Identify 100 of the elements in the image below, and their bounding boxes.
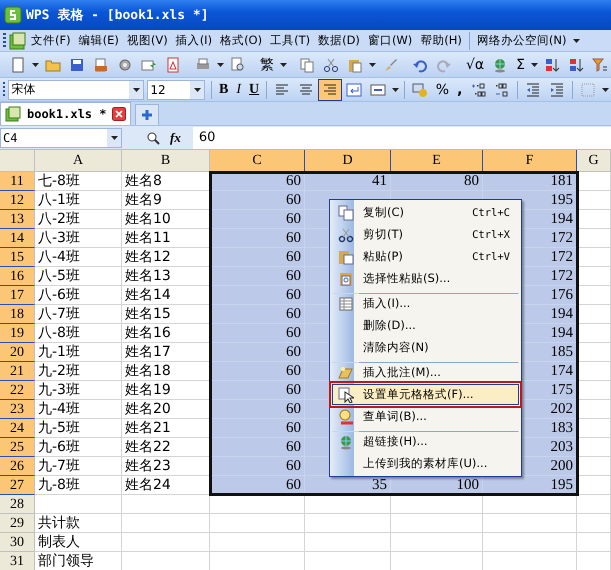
column-header[interactable]: F: [483, 150, 577, 172]
table-cell: 七-8班: [35, 172, 122, 191]
row-header[interactable]: 17: [0, 286, 35, 305]
caret-icon[interactable]: [194, 88, 201, 92]
context-menu-item[interactable]: 超链接(H)...: [332, 431, 519, 452]
font-style-button[interactable]: B: [215, 82, 232, 98]
table-cell: 部门领导: [35, 552, 122, 570]
table-cell: [577, 229, 611, 248]
menu-item[interactable]: 数据(D): [314, 33, 364, 48]
table-cell: 九-8班: [35, 476, 122, 495]
font-dropdown[interactable]: 宋体: [8, 80, 144, 100]
column-header[interactable]: D: [305, 150, 391, 172]
table-cell: 八-1班: [35, 191, 122, 210]
document-tab[interactable]: book1.xls *: [0, 102, 132, 125]
toolbar-button[interactable]: 繁: [256, 56, 278, 74]
table-cell: 八-4班: [35, 248, 122, 267]
app-logo-icon: [4, 6, 22, 24]
font-size-dropdown[interactable]: 12: [147, 80, 206, 100]
menu-item[interactable]: 帮助(H): [416, 33, 466, 48]
table-cell: 八-6班: [35, 286, 122, 305]
caret-icon[interactable]: [215, 62, 226, 66]
row-header[interactable]: 25: [0, 438, 35, 457]
row-header[interactable]: 27: [0, 476, 35, 495]
table-cell: 姓名20: [122, 400, 210, 419]
row-header[interactable]: 22: [0, 381, 35, 400]
menu-item[interactable]: 插入(I): [172, 33, 216, 48]
caret-icon[interactable]: [132, 88, 140, 92]
row-header[interactable]: 29: [0, 514, 35, 533]
menu-item[interactable]: 文件(F): [27, 33, 75, 48]
caret-icon[interactable]: [30, 62, 41, 66]
context-menu-item[interactable]: 设置单元格格式(F)...: [332, 384, 519, 405]
font-style-button[interactable]: U: [245, 82, 264, 98]
table-cell: 60: [210, 267, 305, 286]
table-cell: 八-7班: [35, 305, 122, 324]
row-header[interactable]: 16: [0, 267, 35, 286]
formula-input[interactable]: 60: [192, 126, 611, 148]
table-cell: 姓名14: [122, 286, 210, 305]
row-header[interactable]: 23: [0, 400, 35, 419]
caret-icon[interactable]: [570, 38, 582, 42]
comma-style-button[interactable]: ,: [453, 82, 466, 98]
menu-item[interactable]: 编辑(E): [74, 33, 123, 48]
caret-icon[interactable]: [390, 88, 401, 92]
row-header[interactable]: 18: [0, 305, 35, 324]
caret-icon[interactable]: [529, 62, 540, 66]
row-header[interactable]: 19: [0, 324, 35, 343]
row-header[interactable]: 21: [0, 362, 35, 381]
toolbar-button[interactable]: √α: [462, 56, 488, 72]
context-menu-item[interactable]: 插入(I)...: [332, 293, 519, 314]
row-header[interactable]: 13: [0, 210, 35, 229]
table-cell: 姓名11: [122, 229, 210, 248]
row-header[interactable]: 30: [0, 533, 35, 552]
column-header[interactable]: E: [391, 150, 483, 172]
table-cell: 姓名13: [122, 267, 210, 286]
row-header[interactable]: 26: [0, 457, 35, 476]
column-header[interactable]: C: [210, 150, 305, 172]
table-cell: 九-5班: [35, 419, 122, 438]
align-right-icon[interactable]: [318, 78, 342, 100]
font-style-button[interactable]: I: [232, 82, 246, 98]
table-cell: 60: [210, 343, 305, 362]
column-header[interactable]: G: [577, 150, 611, 172]
row-header[interactable]: 20: [0, 343, 35, 362]
row-header[interactable]: 12: [0, 191, 35, 210]
menu-item[interactable]: 格式(O): [216, 33, 266, 48]
magnifier-icon[interactable]: [146, 130, 160, 144]
caret-icon[interactable]: [110, 136, 118, 140]
row-header[interactable]: 15: [0, 248, 35, 267]
column-header[interactable]: A: [35, 150, 122, 172]
column-header[interactable]: B: [122, 150, 210, 172]
table-cell: 制表人: [35, 533, 122, 552]
toolbar-button[interactable]: Σ: [512, 56, 530, 72]
caret-icon[interactable]: [600, 88, 611, 92]
menu-item[interactable]: 窗口(W): [364, 33, 416, 48]
grip-icon: [3, 82, 6, 98]
app-menu-icon[interactable]: [9, 32, 27, 50]
name-box[interactable]: C4: [0, 128, 122, 148]
caret-icon[interactable]: [278, 62, 289, 66]
row-header[interactable]: 11: [0, 172, 35, 191]
table-cell: 60: [210, 191, 305, 210]
table-cell: 九-6班: [35, 438, 122, 457]
row-header[interactable]: 28: [0, 495, 35, 514]
table-cell: [577, 533, 611, 552]
menu-item[interactable]: 工具(T): [266, 33, 314, 48]
table-cell: 姓名15: [122, 305, 210, 324]
percent-button[interactable]: %: [432, 82, 454, 98]
table-cell: 姓名16: [122, 324, 210, 343]
row-header[interactable]: 24: [0, 419, 35, 438]
close-icon[interactable]: [112, 107, 126, 121]
menu-item[interactable]: 网络办公空间(N): [472, 33, 570, 48]
row-header[interactable]: 14: [0, 229, 35, 248]
new-tab-button[interactable]: [135, 104, 160, 125]
table-cell: 60: [210, 286, 305, 305]
table-cell: 九-1班: [35, 343, 122, 362]
table-cell: [577, 305, 611, 324]
caret-icon[interactable]: [367, 62, 378, 66]
insert-function-button[interactable]: fx: [170, 130, 181, 146]
table-cell: 姓名12: [122, 248, 210, 267]
menu-item[interactable]: 视图(V): [122, 33, 172, 48]
clipboard-icon: [338, 248, 354, 264]
table-cell: 60: [210, 305, 305, 324]
row-header[interactable]: 31: [0, 552, 35, 570]
